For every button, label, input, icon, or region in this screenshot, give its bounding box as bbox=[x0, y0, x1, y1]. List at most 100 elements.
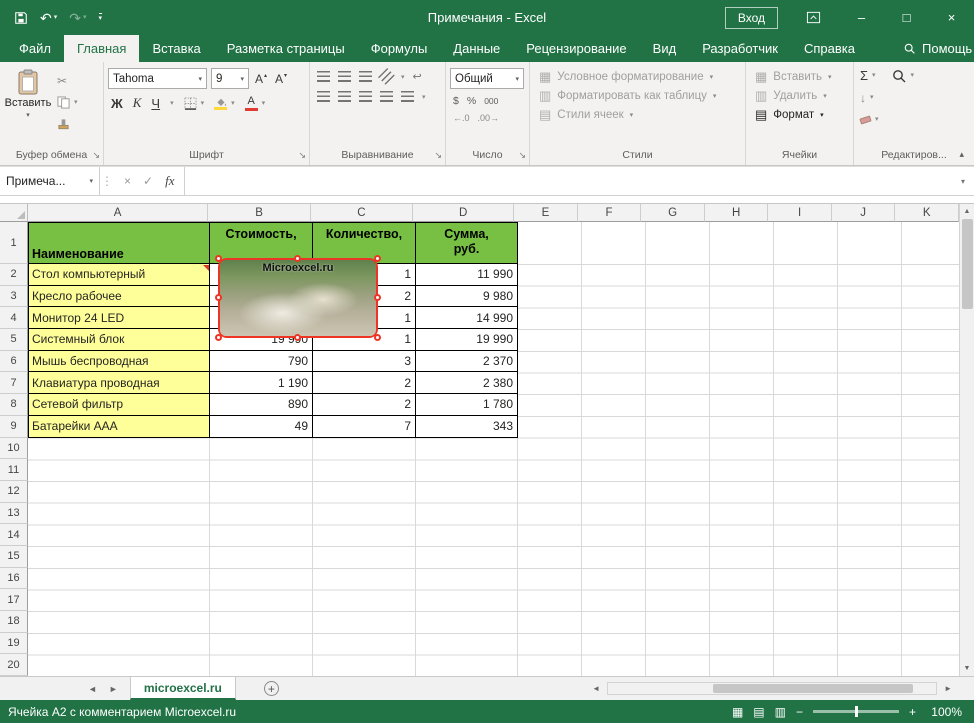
find-select-button[interactable]: ▾ bbox=[891, 68, 915, 83]
minimize-button[interactable]: – bbox=[839, 0, 884, 35]
chevron-down-icon[interactable]: ▾ bbox=[870, 94, 874, 101]
orientation-dropdown-icon[interactable]: ▾ bbox=[401, 73, 405, 81]
row-header-11[interactable]: 11 bbox=[0, 459, 28, 481]
paste-dropdown-icon[interactable]: ▾ bbox=[26, 111, 30, 119]
comma-style-button[interactable]: 000 bbox=[484, 96, 498, 106]
formula-bar-drag-handle[interactable]: ⋮ bbox=[100, 167, 114, 195]
insert-cells-button[interactable]: ▦ Вставить ▾ bbox=[750, 70, 850, 83]
chevron-down-icon[interactable]: ▾ bbox=[630, 111, 634, 119]
row-header-7[interactable]: 7 bbox=[0, 372, 28, 394]
resize-handle-w[interactable] bbox=[215, 294, 222, 301]
row-header-2[interactable]: 2 bbox=[0, 264, 28, 286]
horizontal-scrollbar-thumb[interactable] bbox=[713, 684, 913, 693]
column-header-I[interactable]: I bbox=[768, 204, 832, 222]
underline-dropdown-icon[interactable]: ▾ bbox=[170, 99, 174, 107]
zoom-slider-thumb[interactable] bbox=[855, 706, 858, 717]
fill-color-button[interactable]: ▾ bbox=[214, 96, 235, 111]
cell-A7[interactable]: Клавиатура проводная bbox=[28, 372, 210, 394]
maximize-button[interactable]: □ bbox=[884, 0, 929, 35]
cell-B8[interactable]: 890 bbox=[210, 394, 313, 416]
cell-A8[interactable]: Сетевой фильтр bbox=[28, 394, 210, 416]
font-color-dropdown-icon[interactable]: ▾ bbox=[262, 100, 266, 107]
cell-B6[interactable]: 790 bbox=[210, 351, 313, 373]
align-right-icon[interactable] bbox=[359, 91, 372, 102]
autosum-button[interactable]: Σ▾ bbox=[860, 68, 879, 83]
column-header-E[interactable]: E bbox=[514, 204, 578, 222]
cell-A1[interactable]: Наименование bbox=[28, 222, 210, 264]
cell-A5[interactable]: Системный блок bbox=[28, 329, 210, 351]
scroll-right-button[interactable]: ► bbox=[940, 684, 956, 693]
chevron-down-icon[interactable]: ▾ bbox=[823, 92, 827, 100]
cell-D4[interactable]: 14 990 bbox=[416, 307, 518, 329]
row-header-15[interactable]: 15 bbox=[0, 546, 28, 568]
cell-A6[interactable]: Мышь беспроводная bbox=[28, 351, 210, 373]
view-page-break-button[interactable]: ▥ bbox=[775, 706, 786, 718]
name-box[interactable]: Примеча... ▾ bbox=[0, 167, 100, 195]
copy-dropdown-icon[interactable]: ▾ bbox=[74, 99, 78, 106]
tab-view[interactable]: Вид bbox=[640, 35, 690, 62]
scroll-up-button[interactable]: ▲ bbox=[960, 204, 974, 219]
cell-C9[interactable]: 7 bbox=[313, 416, 416, 438]
decrease-decimal-button[interactable]: .00→ bbox=[478, 113, 500, 123]
row-header-17[interactable]: 17 bbox=[0, 589, 28, 611]
orientation-icon[interactable] bbox=[378, 68, 395, 85]
row-header-4[interactable]: 4 bbox=[0, 307, 28, 329]
column-header-C[interactable]: C bbox=[311, 204, 413, 222]
sheet-tab-active[interactable]: microexcel.ru bbox=[130, 677, 236, 700]
row-header-20[interactable]: 20 bbox=[0, 654, 28, 676]
row-header-12[interactable]: 12 bbox=[0, 481, 28, 503]
tab-formulas[interactable]: Формулы bbox=[358, 35, 441, 62]
merge-center-dropdown-icon[interactable]: ▾ bbox=[422, 93, 426, 101]
column-header-D[interactable]: D bbox=[413, 204, 514, 222]
chevron-down-icon[interactable]: ▾ bbox=[89, 177, 93, 185]
row-header-14[interactable]: 14 bbox=[0, 524, 28, 546]
column-header-F[interactable]: F bbox=[578, 204, 642, 222]
align-middle-icon[interactable] bbox=[338, 71, 351, 82]
chevron-down-icon[interactable]: ▾ bbox=[828, 73, 832, 81]
cell-A4[interactable]: Монитор 24 LED bbox=[28, 307, 210, 329]
fill-button[interactable]: ↓▾ bbox=[860, 90, 879, 105]
view-normal-button[interactable]: ▦ bbox=[732, 706, 743, 718]
cell-D1[interactable]: Сумма,руб. bbox=[416, 222, 518, 264]
resize-handle-sw[interactable] bbox=[215, 334, 222, 341]
chevron-down-icon[interactable]: ▾ bbox=[875, 116, 879, 123]
paste-button[interactable]: Вставить ▾ bbox=[4, 66, 52, 147]
formula-input[interactable] bbox=[185, 167, 952, 195]
decrease-font-button[interactable]: А▾ bbox=[273, 71, 289, 87]
percent-style-button[interactable]: % bbox=[467, 95, 476, 107]
vertical-scrollbar-thumb[interactable] bbox=[962, 219, 973, 309]
cell-styles-button[interactable]: ▤ Стили ячеек ▾ bbox=[534, 108, 742, 121]
copy-button[interactable]: ▾ bbox=[57, 95, 78, 110]
redo-dropdown-icon[interactable]: ▾ bbox=[83, 14, 87, 21]
column-header-B[interactable]: B bbox=[208, 204, 310, 222]
signin-button[interactable]: Вход bbox=[725, 7, 778, 29]
column-header-J[interactable]: J bbox=[832, 204, 896, 222]
row-header-9[interactable]: 9 bbox=[0, 416, 28, 438]
cell-A9[interactable]: Батарейки AAA bbox=[28, 416, 210, 438]
font-color-button[interactable]: А ▾ bbox=[245, 96, 266, 111]
cell-A2[interactable]: Стол компьютерный bbox=[28, 264, 210, 286]
align-top-icon[interactable] bbox=[317, 71, 330, 82]
tab-help[interactable]: Справка bbox=[791, 35, 868, 62]
italic-button[interactable]: К bbox=[133, 95, 142, 111]
zoom-in-button[interactable]: + bbox=[909, 705, 916, 719]
cell-C6[interactable]: 3 bbox=[313, 351, 416, 373]
chevron-down-icon[interactable]: ▾ bbox=[911, 72, 915, 79]
view-page-layout-button[interactable]: ▤ bbox=[753, 706, 764, 718]
row-header-3[interactable]: 3 bbox=[0, 286, 28, 308]
underline-button[interactable]: Ч bbox=[151, 96, 160, 111]
chevron-down-icon[interactable]: ▾ bbox=[872, 72, 876, 79]
scroll-down-button[interactable]: ▼ bbox=[960, 661, 974, 676]
chevron-down-icon[interactable]: ▾ bbox=[820, 111, 824, 119]
cell-D5[interactable]: 19 990 bbox=[416, 329, 518, 351]
row-header-10[interactable]: 10 bbox=[0, 438, 28, 460]
vertical-scrollbar[interactable]: ▲ ▼ bbox=[959, 204, 974, 676]
chevron-down-icon[interactable]: ▾ bbox=[713, 92, 717, 100]
format-painter-button[interactable] bbox=[57, 117, 78, 132]
insert-function-button[interactable]: fx bbox=[165, 173, 174, 189]
chevron-down-icon[interactable]: ▾ bbox=[198, 75, 202, 83]
ribbon-display-options-button[interactable] bbox=[806, 10, 821, 25]
horizontal-scrollbar-track[interactable] bbox=[607, 682, 937, 695]
cell-B9[interactable]: 49 bbox=[210, 416, 313, 438]
collapse-ribbon-button[interactable]: ▴ bbox=[959, 149, 964, 160]
